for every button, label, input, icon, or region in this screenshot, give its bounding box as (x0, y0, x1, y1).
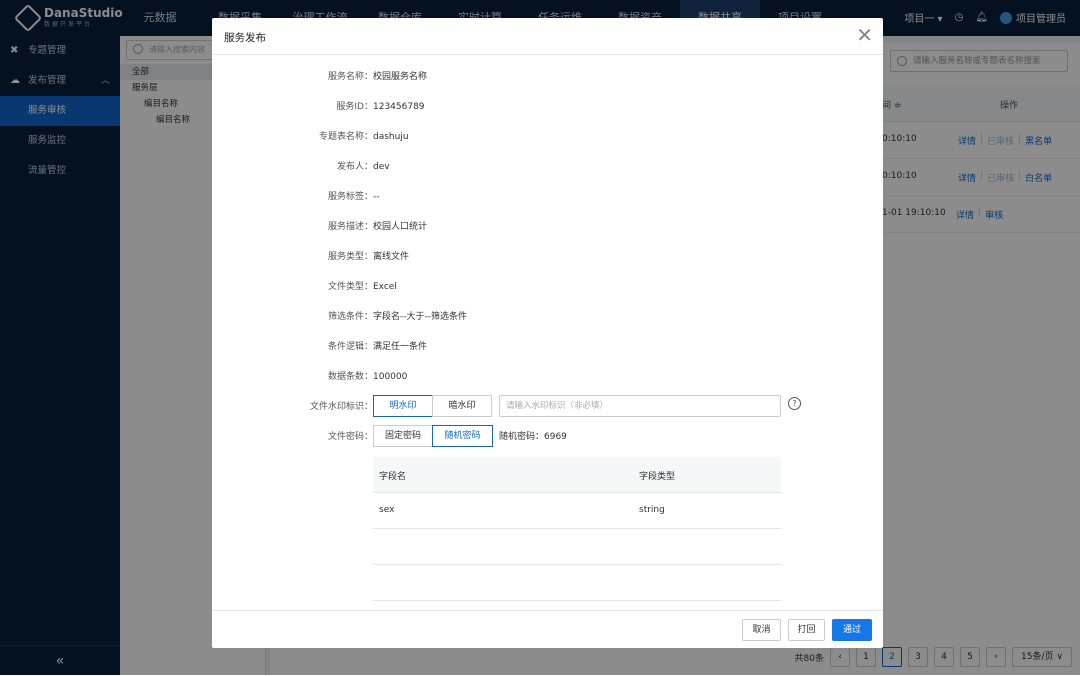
field-value: 校园人口统计 (373, 222, 428, 232)
column-header-field-type: 字段类型 (639, 472, 676, 482)
field-value: dashuju (373, 132, 409, 142)
column-header-field-name: 字段名 (379, 472, 407, 482)
dialog-header: 服务发布 ✕ (212, 18, 883, 55)
field-topic-table: 专题表名称： dashuju (212, 129, 883, 145)
field-label: 数据条数： (327, 372, 373, 382)
field-service-type: 服务类型： 离线文件 (212, 249, 883, 265)
field-label: 文件类型： (327, 282, 373, 292)
field-file-type: 文件类型： Excel (212, 279, 883, 295)
table-row: sex string (373, 493, 781, 529)
field-logic: 条件逻辑： 满足任一条件 (212, 339, 883, 355)
field-value: 字段名--大于--筛选条件 (373, 312, 467, 322)
watermark-hidden-option[interactable]: 暗水印 (432, 395, 492, 417)
field-value: 校园服务名称 (373, 72, 428, 82)
field-service-id: 服务ID： 123456789 (212, 99, 883, 115)
field-watermark: 文件水印标识： 明水印 暗水印 请输入水印标识（非必填） ? (212, 395, 883, 417)
fields-table: 字段名 字段类型 sex string (373, 457, 781, 601)
dialog-body: 服务名称： 校园服务名称 服务ID： 123456789 专题表名称： dashuju… (212, 56, 883, 610)
field-label: 发布人： (336, 162, 373, 172)
field-value: 离线文件 (373, 252, 410, 262)
field-value: Excel (373, 282, 397, 292)
field-label: 服务类型： (327, 252, 373, 262)
field-value: -- (373, 192, 380, 202)
dialog-footer: 取消 打回 通过 (212, 610, 883, 648)
help-icon[interactable]: ? (788, 397, 801, 410)
random-password-text: 随机密码：6969 (499, 432, 567, 442)
reject-button[interactable]: 打回 (788, 619, 825, 641)
field-name-cell: sex (379, 505, 395, 515)
field-label: 筛选条件： (327, 312, 373, 322)
field-publisher: 发布人： dev (212, 159, 883, 175)
field-value: 123456789 (373, 102, 425, 112)
close-icon[interactable]: ✕ (856, 24, 873, 46)
field-service-tags: 服务标签： -- (212, 189, 883, 205)
field-label: 服务名称： (327, 72, 373, 82)
field-value: 满足任一条件 (373, 342, 428, 352)
watermark-visible-option[interactable]: 明水印 (373, 395, 433, 417)
password-random-option[interactable]: 随机密码 (432, 425, 493, 447)
table-row-empty (373, 529, 781, 565)
field-label: 服务标签： (327, 192, 373, 202)
field-label: 服务ID： (336, 102, 373, 112)
watermark-input[interactable]: 请输入水印标识（非必填） (499, 395, 781, 417)
field-label: 文件水印标识： (309, 402, 373, 412)
field-row-count: 数据条数： 100000 (212, 369, 883, 385)
cancel-button[interactable]: 取消 (742, 619, 781, 641)
publish-dialog: 服务发布 ✕ 服务名称： 校园服务名称 服务ID： 123456789 专题表名称：… (212, 18, 883, 648)
field-service-desc: 服务描述： 校园人口统计 (212, 219, 883, 235)
field-label: 专题表名称： (318, 132, 373, 142)
field-password: 文件密码： 固定密码 随机密码 随机密码：6969 (212, 425, 883, 447)
field-label: 条件逻辑： (327, 342, 373, 352)
field-value: dev (373, 162, 390, 172)
field-type-cell: string (639, 505, 665, 515)
table-row-empty (373, 565, 781, 601)
field-service-name: 服务名称： 校园服务名称 (212, 69, 883, 85)
dialog-title: 服务发布 (224, 32, 266, 44)
field-label: 文件密码： (327, 432, 373, 442)
approve-button[interactable]: 通过 (832, 619, 872, 641)
fields-table-header: 字段名 字段类型 (373, 457, 781, 493)
field-filter: 筛选条件： 字段名--大于--筛选条件 (212, 309, 883, 325)
password-fixed-option[interactable]: 固定密码 (373, 425, 433, 447)
field-label: 服务描述： (327, 222, 373, 232)
field-value: 100000 (373, 372, 408, 382)
